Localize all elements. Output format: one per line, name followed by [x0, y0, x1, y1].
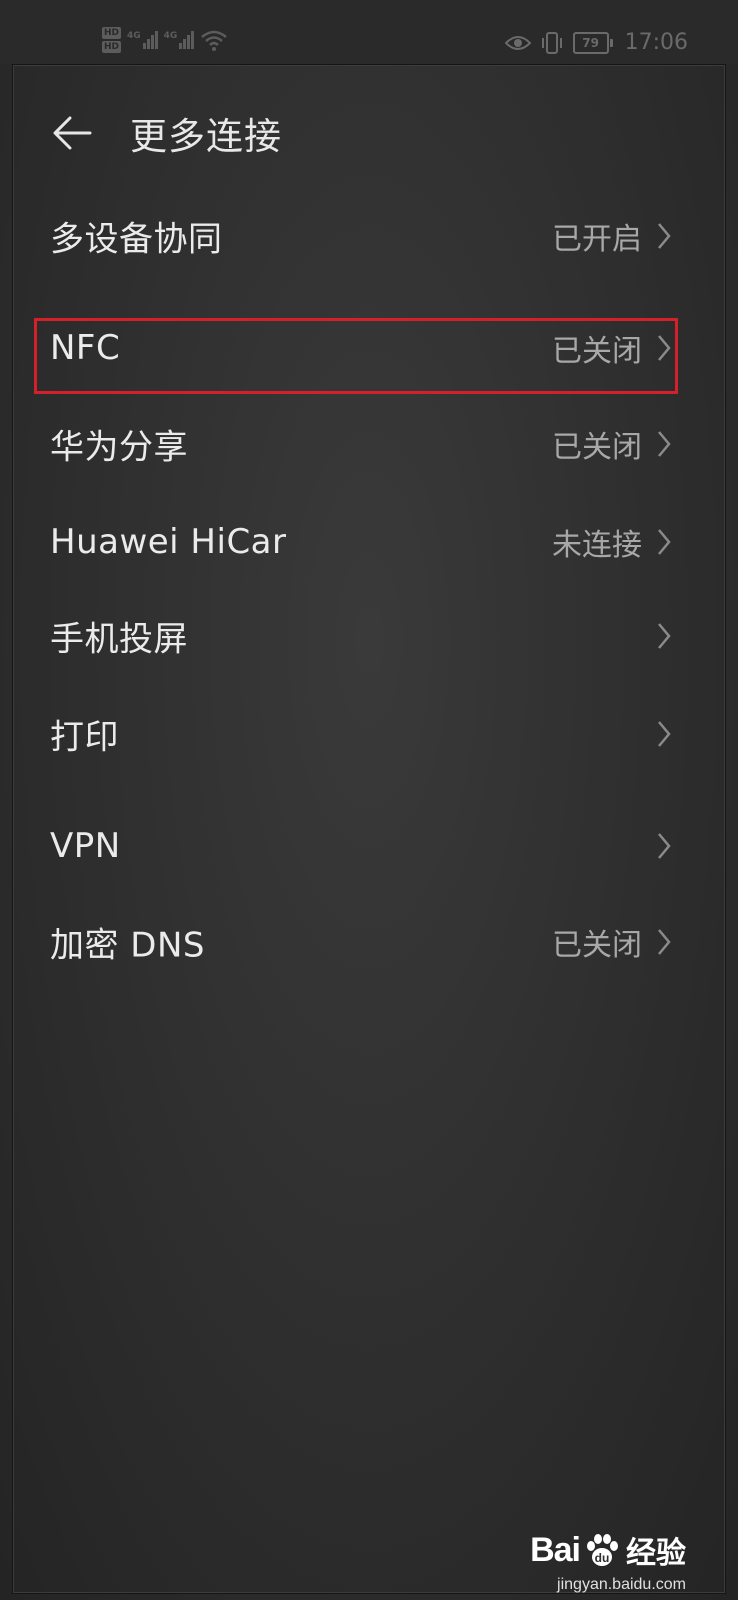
- list-item-screen-projection[interactable]: 手机投屏: [0, 596, 738, 676]
- baidu-jingyan-logo: Bai du 经验: [530, 1528, 686, 1572]
- wifi-icon: [201, 30, 228, 51]
- status-left: HD HD 4G 4G: [102, 22, 228, 58]
- status-time: 17:06: [624, 30, 688, 55]
- signal-label: 4G: [127, 31, 141, 41]
- back-arrow-icon[interactable]: [50, 110, 96, 156]
- chevron-right-icon: [658, 223, 671, 249]
- list-item-nfc[interactable]: NFC 已关闭: [0, 308, 738, 388]
- list-item-label: VPN: [50, 826, 121, 866]
- list-item-status: 未连接: [552, 528, 642, 563]
- list-item-hicar[interactable]: Huawei HiCar 未连接: [0, 502, 738, 582]
- eye-icon: [504, 35, 531, 50]
- chevron-right-icon: [658, 529, 671, 555]
- list-item-label: NFC: [50, 328, 121, 368]
- screen: HD HD 4G 4G 79 17:06 更多连接 多设备协同 已开启 NFC …: [0, 0, 738, 1600]
- paw-icon: du: [587, 1534, 618, 1566]
- chevron-right-icon: [658, 721, 671, 747]
- watermark-brand-left: Bai: [530, 1530, 581, 1569]
- list-item-print[interactable]: 打印: [0, 694, 738, 774]
- vibrate-icon: [541, 31, 562, 54]
- list-item-encrypted-dns[interactable]: 加密 DNS 已关闭: [0, 902, 738, 982]
- svg-text:du: du: [595, 1551, 610, 1565]
- list-item-label: 加密 DNS: [50, 925, 206, 966]
- chevron-right-icon: [658, 431, 671, 457]
- watermark-suffix: 经验: [626, 1536, 686, 1571]
- chevron-right-icon: [658, 335, 671, 361]
- list-item-status: 已关闭: [552, 334, 642, 369]
- chevron-right-icon: [658, 929, 671, 955]
- chevron-right-icon: [658, 623, 671, 649]
- battery-icon: 79: [572, 31, 613, 54]
- list-item-status: 已关闭: [552, 430, 642, 465]
- chevron-right-icon: [658, 833, 671, 859]
- list-item-status: 已开启: [552, 222, 642, 257]
- status-right: 79 17:06: [504, 30, 688, 55]
- list-item-multi-device[interactable]: 多设备协同 已开启: [0, 196, 738, 276]
- page-title: 更多连接: [130, 115, 282, 158]
- hd-badge: HD: [102, 41, 122, 53]
- list-item-label: 华为分享: [50, 427, 188, 468]
- list-item-label: Huawei HiCar: [50, 522, 287, 562]
- list-item-label: 打印: [50, 717, 119, 758]
- status-bar: HD HD 4G 4G 79 17:06: [0, 0, 738, 64]
- list-item-label: 手机投屏: [50, 619, 188, 660]
- hd-badge: HD: [102, 27, 122, 39]
- signal-icon: 4G: [127, 31, 158, 49]
- signal-label: 4G: [163, 31, 178, 41]
- list-item-vpn[interactable]: VPN: [0, 806, 738, 886]
- signal-icon: 4G: [164, 31, 195, 49]
- watermark-url: jingyan.baidu.com: [557, 1576, 686, 1593]
- hd-badges: HD HD: [102, 27, 122, 53]
- list-item-status: 已关闭: [552, 928, 642, 963]
- app-bar: 更多连接: [0, 96, 738, 172]
- list-item-label: 多设备协同: [50, 219, 223, 260]
- list-item-huawei-share[interactable]: 华为分享 已关闭: [0, 404, 738, 484]
